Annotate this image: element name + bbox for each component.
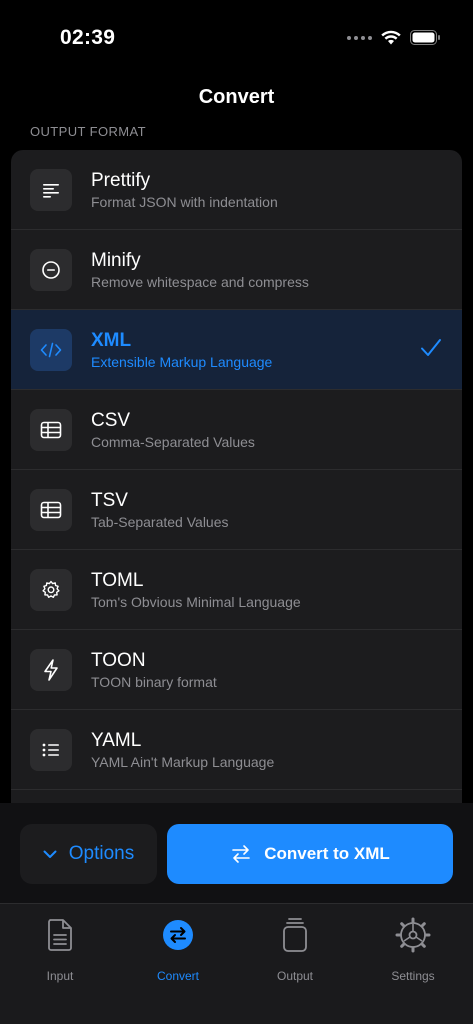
- format-subtitle: YAML Ain't Markup Language: [91, 754, 275, 770]
- tab-label: Output: [276, 969, 314, 983]
- chevron-down-icon: [43, 850, 57, 858]
- format-title: CSV: [91, 410, 131, 431]
- format-title: TOML: [91, 570, 144, 591]
- table-icon: [30, 409, 72, 451]
- lightning-icon: [30, 649, 72, 691]
- battery-icon: [410, 30, 440, 45]
- format-row-xml[interactable]: XML Extensible Markup Language: [11, 310, 462, 390]
- format-row-toon[interactable]: TOON TOON binary format: [11, 630, 462, 710]
- clipboard-stack-icon: [275, 914, 315, 956]
- table-icon: [30, 489, 72, 531]
- format-subtitle: Tab-Separated Values: [91, 514, 229, 530]
- minus-circle-icon: [30, 249, 72, 291]
- convert-screen: 02:39 Convert OUTPUT FORMAT Prettify For…: [0, 0, 473, 1024]
- tab-output[interactable]: Output: [236, 914, 354, 983]
- checkmark-icon: [420, 338, 442, 363]
- format-subtitle: Extensible Markup Language: [91, 354, 273, 370]
- tab-label: Input: [46, 969, 74, 983]
- cellular-signal-icon: [347, 35, 372, 40]
- format-row-tsv[interactable]: TSV Tab-Separated Values: [11, 470, 462, 550]
- options-label: Options: [68, 843, 135, 864]
- tab-convert[interactable]: Convert: [119, 914, 237, 983]
- tab-label: Settings: [391, 969, 435, 983]
- convert-label: Convert to XML: [264, 844, 390, 863]
- status-time: 02:39: [60, 26, 116, 49]
- format-subtitle: Remove whitespace and compress: [91, 274, 309, 290]
- format-row-prettify[interactable]: Prettify Format JSON with indentation: [11, 150, 462, 230]
- tab-bar: Input Convert Output Settings: [0, 903, 473, 1024]
- format-subtitle: Comma-Separated Values: [91, 434, 255, 450]
- tab-settings[interactable]: Settings: [354, 914, 472, 983]
- format-title: Prettify: [91, 170, 151, 191]
- format-subtitle: Format JSON with indentation: [91, 194, 278, 210]
- convert-arrows-icon: [158, 914, 198, 956]
- document-icon: [40, 914, 80, 956]
- tab-label: Convert: [156, 969, 200, 983]
- convert-button[interactable]: Convert to XML: [167, 824, 453, 884]
- format-row-csv[interactable]: CSV Comma-Separated Values: [11, 390, 462, 470]
- format-title: Minify: [91, 250, 141, 271]
- format-title: TSV: [91, 490, 128, 511]
- page-title: Convert: [198, 86, 275, 108]
- format-subtitle: TOON binary format: [91, 674, 217, 690]
- format-row-yaml[interactable]: YAML YAML Ain't Markup Language: [11, 710, 462, 790]
- format-title: YAML: [91, 730, 142, 751]
- text-align-left-icon: [30, 169, 72, 211]
- format-title: XML: [91, 330, 132, 351]
- gear-icon: [30, 569, 72, 611]
- format-row-minify[interactable]: Minify Remove whitespace and compress: [11, 230, 462, 310]
- section-header: OUTPUT FORMAT: [30, 124, 146, 139]
- status-icons: [347, 30, 441, 45]
- code-brackets-icon: [30, 329, 72, 371]
- format-title: TOON: [91, 650, 146, 671]
- wifi-icon: [381, 30, 401, 45]
- options-button[interactable]: Options: [20, 824, 157, 884]
- swap-arrows-icon: [232, 845, 250, 863]
- list-icon: [30, 729, 72, 771]
- format-subtitle: Tom's Obvious Minimal Language: [91, 594, 301, 610]
- format-row-toml[interactable]: TOML Tom's Obvious Minimal Language: [11, 550, 462, 630]
- gear-icon: [393, 914, 433, 956]
- tab-input[interactable]: Input: [1, 914, 119, 983]
- action-bar: Options Convert to XML: [0, 803, 473, 903]
- format-list: Prettify Format JSON with indentation Mi…: [11, 150, 462, 803]
- status-bar: 02:39: [0, 0, 473, 70]
